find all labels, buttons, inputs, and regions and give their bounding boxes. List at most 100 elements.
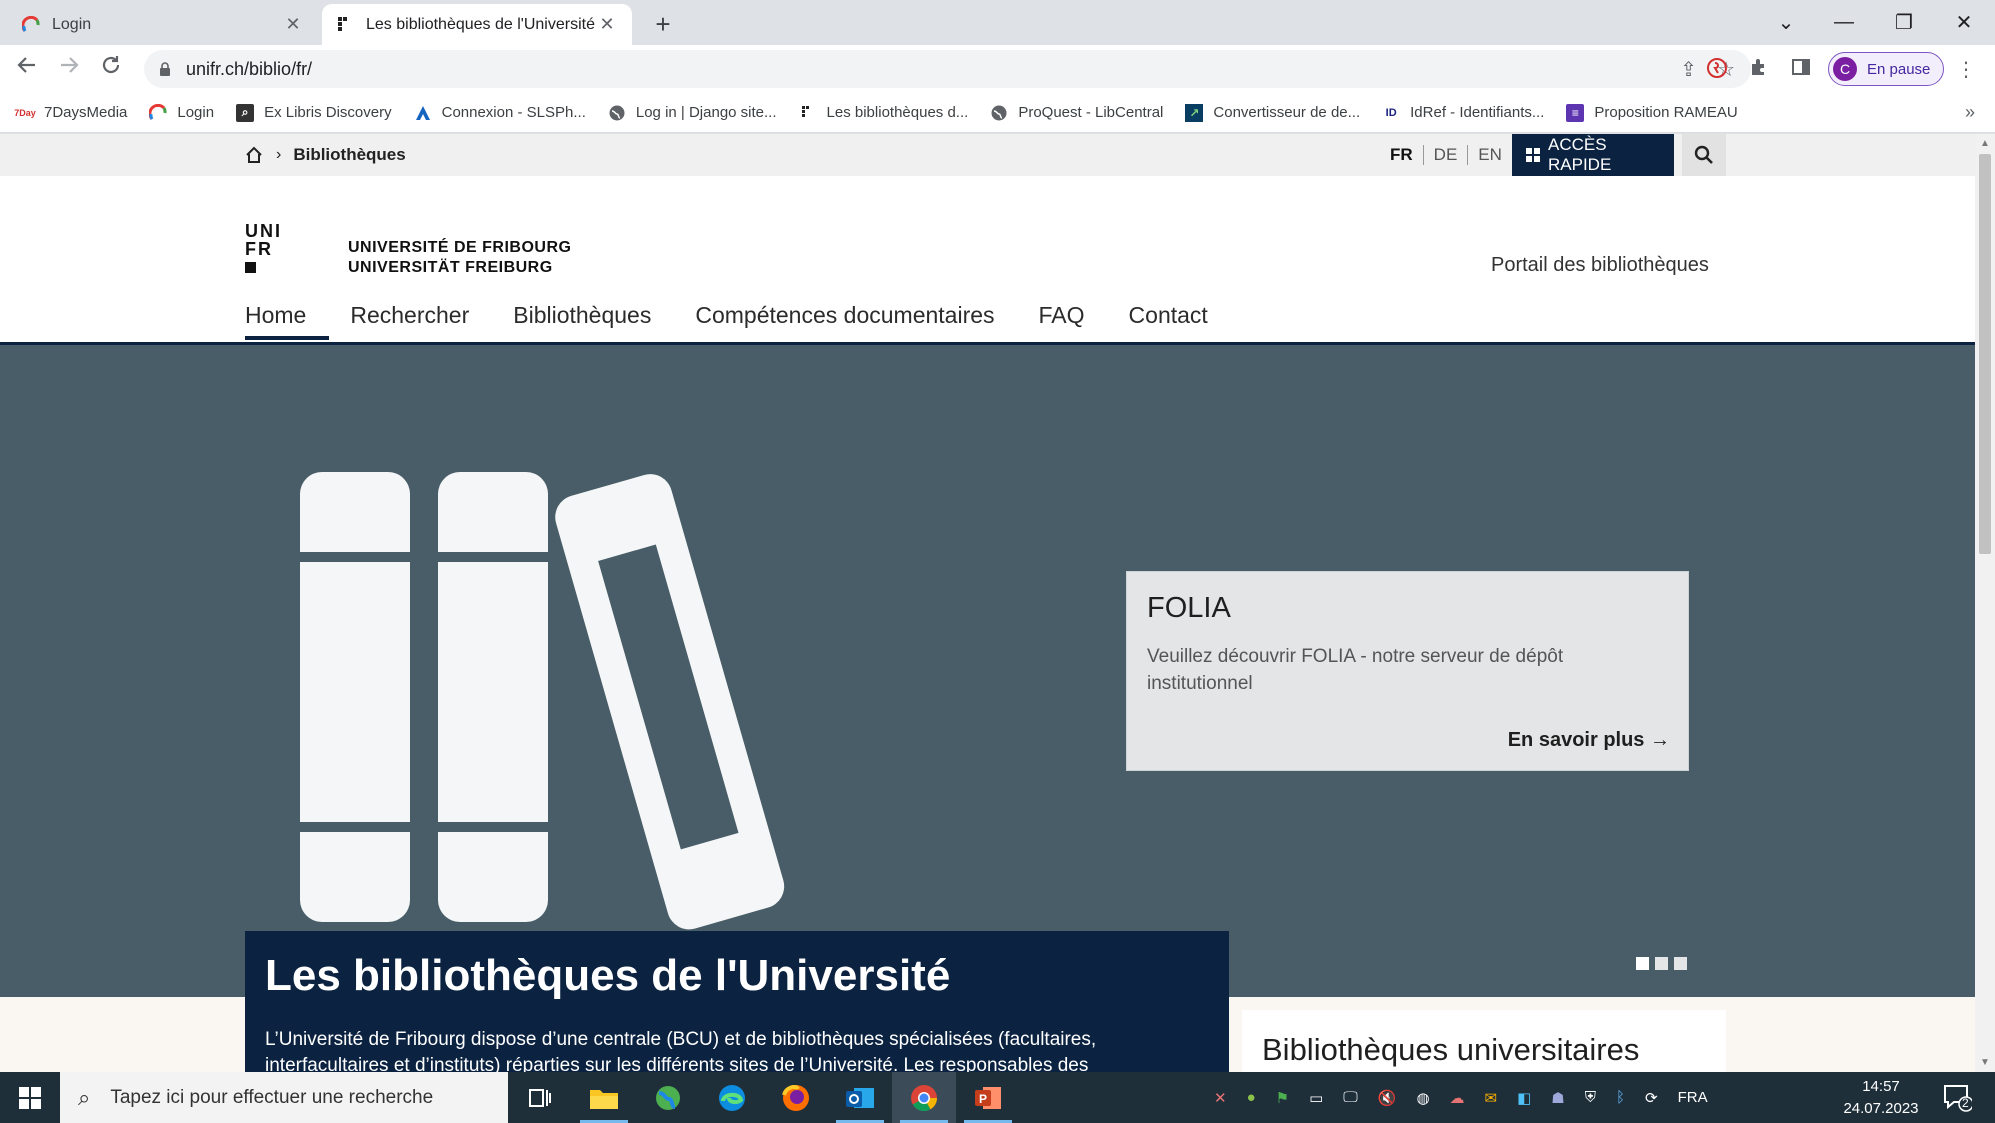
bookmark-idref[interactable]: ID IdRef - Identifiants...	[1382, 104, 1545, 122]
notification-count: 2	[1962, 1096, 1969, 1110]
bookmark-unifr[interactable]: Les bibliothèques d...	[799, 104, 969, 122]
flag-icon[interactable]: ⚑	[1276, 1089, 1289, 1107]
bookmark-7daysmedia[interactable]: 7Day 7DaysMedia	[14, 103, 127, 122]
close-window-button[interactable]: ✕	[1935, 0, 1993, 45]
bookmark-label: Ex Libris Discovery	[264, 104, 392, 121]
address-bar[interactable]: unifr.ch/biblio/fr/ ⇪ ☆	[144, 50, 1751, 88]
new-tab-button[interactable]: +	[648, 10, 678, 40]
bookmark-label: Proposition RAMEAU	[1594, 104, 1738, 121]
url-text: unifr.ch/biblio/fr/	[186, 58, 313, 79]
bookmark-rameau[interactable]: ≡ Proposition RAMEAU	[1566, 103, 1738, 122]
input-language[interactable]: FRA	[1678, 1089, 1708, 1106]
start-button[interactable]	[0, 1072, 60, 1123]
portal-title[interactable]: Portail des bibliothèques	[1491, 254, 1709, 277]
outlook-tray-icon[interactable]: ◧	[1517, 1089, 1531, 1107]
cloud-tray-icon[interactable]: ☁	[1450, 1089, 1465, 1107]
network-icon[interactable]: 🖵	[1343, 1089, 1357, 1106]
tab-strip: Login ✕ Les bibliothèques de l'Universit…	[0, 0, 1995, 45]
defender-shield-icon[interactable]: ⛨	[1585, 1089, 1596, 1106]
restore-button[interactable]: ❐	[1875, 0, 1933, 45]
nav-faq[interactable]: FAQ	[1039, 300, 1085, 340]
back-button[interactable]	[12, 54, 42, 84]
nav-bibliotheques[interactable]: Bibliothèques	[513, 300, 651, 340]
lang-fr[interactable]: FR	[1380, 145, 1423, 165]
globe-tray-icon[interactable]: ◍	[1416, 1089, 1429, 1107]
bookmark-label: IdRef - Identifiants...	[1410, 104, 1545, 121]
chrome-icon[interactable]	[892, 1072, 956, 1123]
language-switcher: FR DE EN	[1380, 134, 1512, 176]
tab-bibliotheques[interactable]: Les bibliothèques de l'Université ✕	[322, 4, 632, 45]
home-icon[interactable]	[244, 145, 264, 165]
learn-more-link[interactable]: En savoir plus →	[1508, 729, 1670, 752]
side-panel-icon[interactable]	[1788, 57, 1814, 83]
site-search-button[interactable]	[1682, 134, 1726, 176]
tab-close-icon[interactable]: ✕	[596, 14, 618, 35]
teams-icon[interactable]: ☗	[1551, 1089, 1564, 1107]
chevron-right-icon: ›	[276, 146, 282, 163]
bluetooth-icon[interactable]: ᛒ	[1616, 1089, 1625, 1106]
globe-app-icon[interactable]	[636, 1072, 700, 1123]
file-explorer-icon[interactable]	[572, 1072, 636, 1123]
task-view-icon[interactable]	[508, 1072, 572, 1123]
taskbar-search[interactable]: ⌕ Tapez ici pour effectuer une recherche	[60, 1072, 508, 1123]
forward-arrow-icon	[61, 57, 79, 73]
notification-center-icon[interactable]: 2	[1942, 1082, 1974, 1114]
quick-access-button[interactable]: ACCÈS RAPIDE	[1512, 134, 1674, 176]
bookmark-login[interactable]: Login	[149, 103, 214, 122]
carousel-dot[interactable]	[1655, 957, 1668, 970]
clock[interactable]: 14:57 24.07.2023	[1836, 1076, 1926, 1120]
nav-rechercher[interactable]: Rechercher	[350, 300, 469, 340]
tab-close-icon[interactable]: ✕	[282, 14, 304, 35]
tab-login[interactable]: Login ✕	[8, 4, 318, 45]
windows-icon	[19, 1086, 41, 1109]
bookmark-converter[interactable]: ↗ Convertisseur de de...	[1185, 103, 1361, 122]
scroll-down-icon[interactable]: ▼	[1980, 1057, 1990, 1068]
more-bookmarks-icon[interactable]: »	[1965, 102, 1975, 123]
rameau-icon: ≡	[1566, 103, 1585, 122]
extensions-puzzle-icon[interactable]	[1746, 57, 1772, 83]
mute-icon[interactable]: 🔇	[1378, 1089, 1397, 1107]
bookmark-slsp[interactable]: Connexion - SLSPh...	[414, 104, 586, 122]
nx-tray-icon[interactable]: ✕	[1214, 1089, 1227, 1107]
nav-contact[interactable]: Contact	[1129, 300, 1208, 340]
bookmark-django[interactable]: Log in | Django site...	[608, 104, 777, 122]
unifr-icon	[799, 104, 817, 122]
lang-en[interactable]: EN	[1467, 145, 1512, 165]
profile-button[interactable]: C En pause	[1828, 52, 1944, 86]
tab-search-icon[interactable]: ⌄	[1757, 0, 1815, 45]
battery-icon[interactable]: ▭	[1309, 1089, 1323, 1107]
tray-app-icon[interactable]: ●	[1247, 1089, 1256, 1106]
forward-button[interactable]	[54, 54, 84, 84]
intro-text: L’Université de Fribourg dispose d’une c…	[265, 1029, 1097, 1072]
browser-menu-icon[interactable]: ⋮	[1956, 57, 1976, 82]
minimize-button[interactable]: —	[1815, 0, 1873, 45]
extension-red-icon[interactable]	[1704, 57, 1730, 83]
unifr-favicon-icon	[336, 16, 354, 34]
scroll-up-icon[interactable]: ▲	[1980, 138, 1990, 149]
outlook-icon[interactable]	[828, 1072, 892, 1123]
mail-icon[interactable]: ✉	[1485, 1089, 1498, 1107]
nav-home[interactable]: Home	[245, 300, 330, 340]
nav-competences[interactable]: Compétences documentaires	[695, 300, 994, 340]
edge-icon[interactable]	[700, 1072, 764, 1123]
bookmark-exlibris[interactable]: ⌕ Ex Libris Discovery	[236, 103, 392, 122]
lang-de[interactable]: DE	[1422, 145, 1468, 165]
bookmark-proquest[interactable]: ProQuest - LibCentral	[990, 104, 1163, 122]
powerpoint-icon[interactable]: P	[956, 1072, 1020, 1123]
carousel-dot[interactable]	[1674, 957, 1687, 970]
sync-icon[interactable]: ⟳	[1645, 1089, 1658, 1107]
lock-icon	[160, 62, 170, 76]
search-icon: ⌕	[78, 1084, 91, 1110]
bookmark-label: Les bibliothèques d...	[826, 104, 969, 121]
bookmark-label: Log in | Django site...	[635, 104, 777, 121]
bookmark-label: Convertisseur de de...	[1213, 104, 1361, 121]
firefox-icon[interactable]	[764, 1072, 828, 1123]
reload-button[interactable]	[96, 54, 126, 84]
carousel-dot[interactable]	[1636, 957, 1649, 970]
breadcrumb-current[interactable]: Bibliothèques	[293, 145, 405, 165]
share-icon[interactable]: ⇪	[1680, 57, 1697, 82]
scrollbar-thumb[interactable]	[1979, 154, 1991, 554]
bookmark-label: Connexion - SLSPh...	[441, 104, 586, 121]
unifr-logo[interactable]: UNI FR	[245, 221, 291, 277]
page-scrollbar[interactable]: ▲ ▼	[1975, 134, 1995, 1072]
